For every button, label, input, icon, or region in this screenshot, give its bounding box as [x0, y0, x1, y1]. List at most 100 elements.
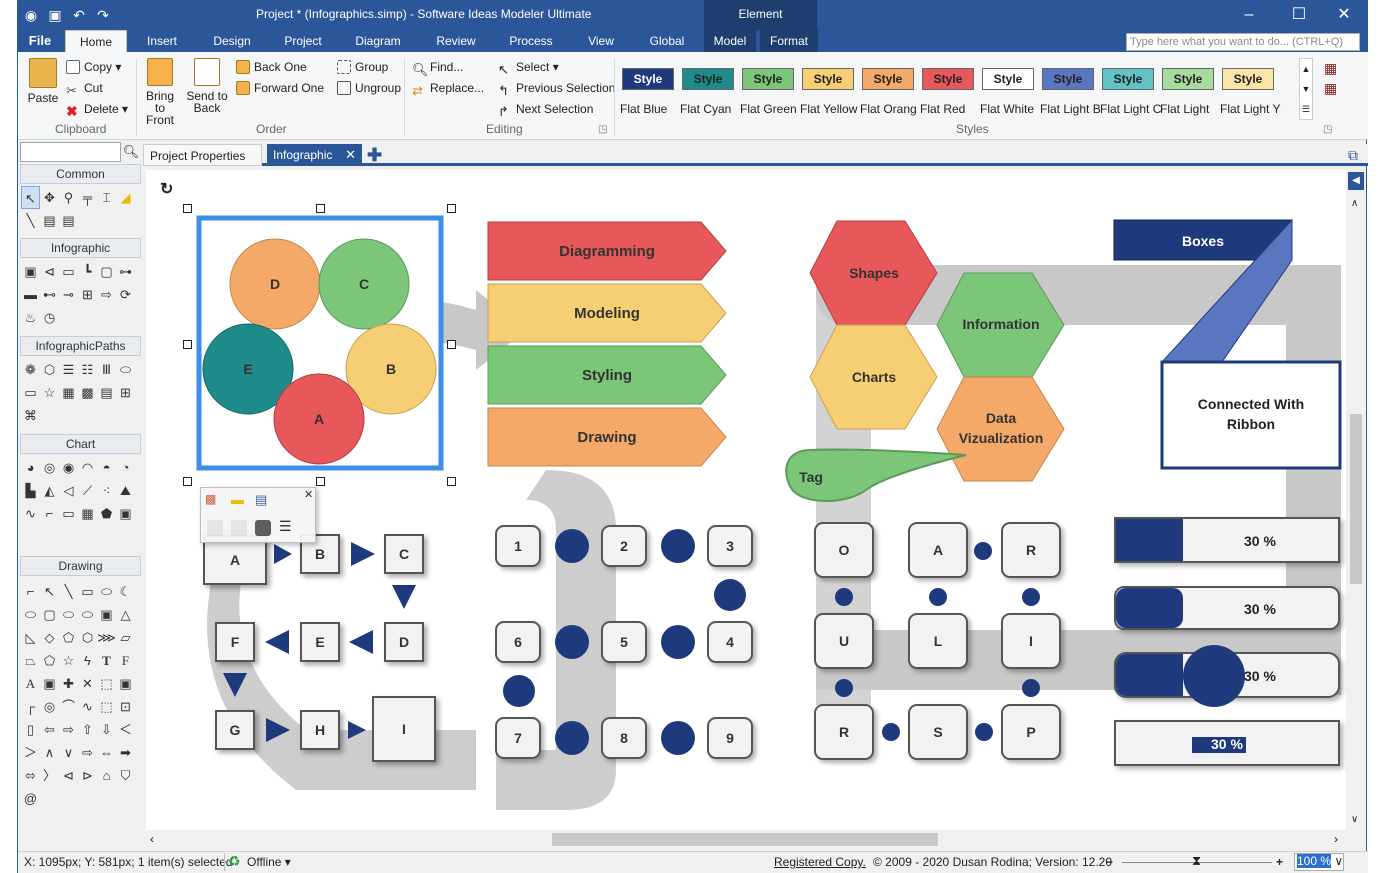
tab-infographic[interactable]: Infographic ✕ [267, 144, 362, 166]
tab-project[interactable]: Project [275, 30, 331, 52]
vertical-scroll-thumb[interactable] [1350, 414, 1362, 584]
chevron-right-icon[interactable]: ＞ [21, 741, 40, 764]
style-swatch[interactable]: Style [1102, 68, 1154, 90]
zoom-slider-thumb[interactable]: ⧗ [1192, 853, 1201, 869]
spiral-icon[interactable]: @ [21, 787, 40, 810]
pentagon-icon[interactable]: ⬠ [59, 626, 78, 649]
zoom-out-icon[interactable]: − [1106, 855, 1113, 869]
paste-button[interactable]: Paste [24, 58, 62, 104]
matrix-path-icon[interactable]: ▦ [59, 381, 78, 404]
forward-one-button[interactable]: Forward One [236, 81, 324, 95]
app-logo-icon[interactable]: ◉ [22, 6, 40, 24]
line-style-icon[interactable]: ☰ [279, 518, 292, 535]
double-arrow-icon[interactable]: ⇔ [97, 741, 116, 764]
funnel-chart-icon[interactable]: ◁ [59, 479, 78, 502]
panel-toggle-icon[interactable]: ◀ [1348, 172, 1364, 190]
progress-chart-icon[interactable]: ▭ [59, 502, 78, 525]
close-tab-icon[interactable]: ✕ [345, 144, 356, 166]
chevron-down-icon[interactable]: ∨ [59, 741, 78, 764]
previous-selection-button[interactable]: ↰ Previous Selection [498, 81, 615, 98]
diamond-icon[interactable]: ◇ [40, 626, 59, 649]
ellipse-icon[interactable]: ⬭ [97, 580, 116, 603]
heptagon-icon[interactable]: ⬠ [40, 649, 59, 672]
zoom-combo[interactable]: 100 % ∨ [1294, 853, 1344, 871]
bevel-icon[interactable]: ⬚ [97, 695, 116, 718]
style-swatch[interactable]: Style [682, 68, 734, 90]
resize-handle[interactable] [447, 340, 456, 349]
table-chart-icon[interactable]: ▣ [116, 502, 135, 525]
word-box[interactable]: S [908, 704, 968, 760]
scatter-chart-icon[interactable]: ⁖ [97, 479, 116, 502]
pie-chart-icon[interactable]: ◕ [21, 456, 40, 479]
target-icon[interactable]: ◎ [40, 695, 59, 718]
number-box[interactable]: 1 [495, 525, 541, 567]
radial-chart-icon[interactable]: ◔ [116, 456, 135, 479]
step-chart-icon[interactable]: ⌐ [40, 502, 59, 525]
donut-chart-icon[interactable]: ◎ [40, 456, 59, 479]
letter-a-icon[interactable]: A [21, 672, 40, 695]
style-swatch[interactable]: Style [802, 68, 854, 90]
blocks-path-icon[interactable]: ⊞ [116, 381, 135, 404]
callout-right-icon[interactable]: ⊳ [78, 764, 97, 787]
resize-handle[interactable] [183, 477, 192, 486]
letter-box[interactable]: I [372, 696, 436, 762]
letter-box[interactable]: E [300, 622, 340, 662]
number-box[interactable]: 2 [601, 525, 647, 567]
tab-global[interactable]: Global [641, 30, 693, 52]
heatmap-chart-icon[interactable]: ▦ [78, 502, 97, 525]
word-box[interactable]: R [814, 704, 874, 760]
ring-chart-icon[interactable]: ◉ [59, 456, 78, 479]
wave-icon[interactable]: ∿ [78, 695, 97, 718]
arrow-up-icon[interactable]: ⇧ [78, 718, 97, 741]
toolbox-section-infographic[interactable]: Infographic [20, 238, 141, 258]
box-icon[interactable]: ▣ [116, 672, 135, 695]
save-icon[interactable]: ▣ [46, 6, 64, 24]
chevron-up-icon[interactable]: ∧ [40, 741, 59, 764]
close-popup-icon[interactable]: ✕ [304, 488, 313, 501]
note-tool-icon[interactable]: ◢ [116, 186, 135, 209]
polyline-icon[interactable]: ⌐ [21, 580, 40, 603]
scroll-left-icon[interactable]: ‹ [150, 832, 154, 846]
arrow-right2-icon[interactable]: ⇨ [78, 741, 97, 764]
tab-model[interactable]: Model [704, 30, 756, 52]
offline-status[interactable]: Offline ▾ [247, 855, 291, 869]
style-swatch[interactable]: Style [1222, 68, 1274, 90]
chevron-right2-icon[interactable]: 〉 [40, 764, 59, 787]
radar-chart-icon[interactable]: ⬟ [97, 502, 116, 525]
tab-design[interactable]: Design [204, 30, 260, 52]
style-swatch[interactable]: Style [742, 68, 794, 90]
rounded-rect-icon[interactable]: ▢ [40, 603, 59, 626]
number-box[interactable]: 5 [601, 621, 647, 663]
delete-button[interactable]: ✖ Delete ▾ [66, 102, 128, 118]
bar-chart-icon[interactable]: ▙ [21, 479, 40, 502]
word-box[interactable]: L [908, 613, 968, 669]
styles-scroll[interactable]: ▲ ▼ ☰ [1299, 58, 1313, 120]
progress-bar-flat[interactable]: 30 % [1114, 517, 1340, 563]
style-tool-icon[interactable]: ▦ [1324, 60, 1337, 77]
frame2-icon[interactable]: ⊡ [116, 695, 135, 718]
cross-icon[interactable]: ✚ [59, 672, 78, 695]
progress-knob[interactable] [1183, 645, 1245, 707]
float-window-icon[interactable]: ⧉ [1348, 144, 1366, 166]
registered-copy-link[interactable]: Registered Copy. [774, 855, 866, 869]
number-box[interactable]: 9 [707, 717, 753, 759]
close-button[interactable]: ✕ [1329, 4, 1359, 26]
arrow-shape-icon[interactable]: ⇨ [97, 283, 116, 306]
word-box[interactable]: R [1001, 522, 1061, 578]
undo-icon[interactable]: ↶ [70, 6, 88, 24]
word-box[interactable]: A [908, 522, 968, 578]
drop-shape-icon[interactable]: ♨ [21, 306, 40, 329]
shadow-swatch-icon[interactable] [255, 520, 271, 536]
line-swatch-icon[interactable] [231, 520, 247, 536]
add-tab-button[interactable]: ✚ [365, 144, 385, 166]
block-arrow-icon[interactable]: ➡ [116, 741, 135, 764]
style-swatch[interactable]: Style [622, 68, 674, 90]
next-selection-button[interactable]: ↱ Next Selection [498, 102, 593, 119]
resize-handle[interactable] [316, 477, 325, 486]
capsule-icon[interactable]: ⬭ [78, 603, 97, 626]
style-swatch[interactable]: Style [1162, 68, 1214, 90]
letter-box[interactable]: D [384, 622, 424, 662]
right-triangle-icon[interactable]: ◺ [21, 626, 40, 649]
rect-shape-icon[interactable]: ▭ [59, 260, 78, 283]
cube-icon[interactable]: ⬚ [97, 672, 116, 695]
